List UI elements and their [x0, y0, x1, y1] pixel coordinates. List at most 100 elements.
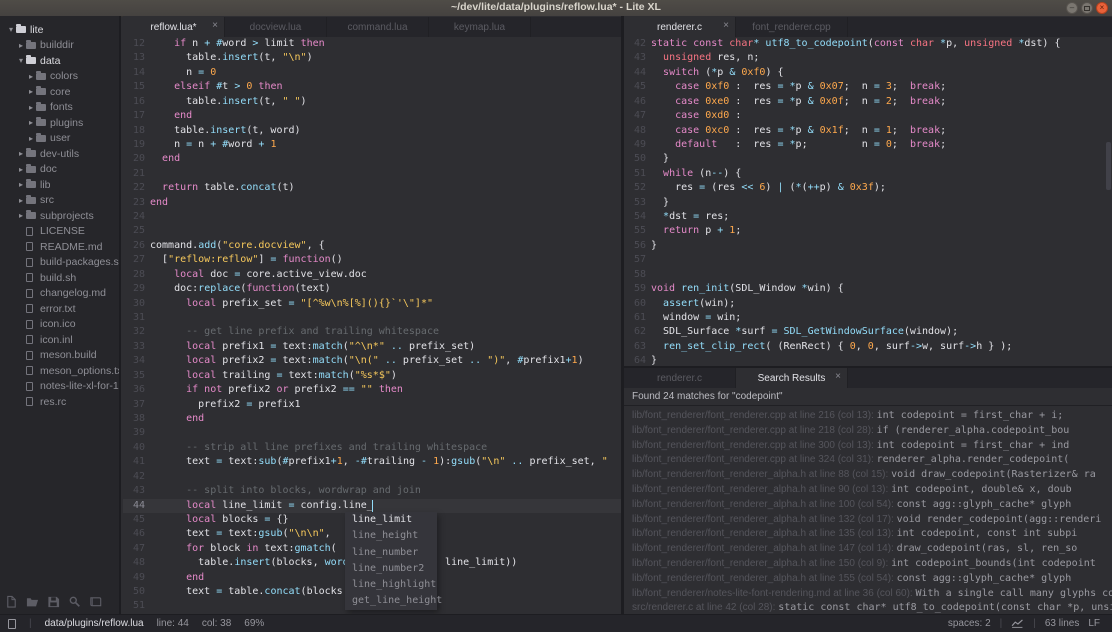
tree-item-lite[interactable]: ▾ lite	[0, 22, 119, 38]
tab-close-icon[interactable]: ×	[212, 20, 218, 31]
code-line-27[interactable]: 27 ["reflow:reflow"] = function()	[123, 253, 621, 267]
search-result-row[interactable]: lib/font_renderer/font_renderer_alpha.h …	[632, 570, 1112, 585]
code-line-33[interactable]: 33 local prefix1 = text:match("^\n*" .. …	[123, 340, 621, 354]
tree-item-build-packages-sh[interactable]: build-packages.sh	[0, 255, 119, 271]
code-line-24[interactable]: 24	[123, 210, 621, 224]
search-result-row[interactable]: lib/font_renderer/notes-lite-font-render…	[632, 585, 1112, 600]
tab-reflow-lua[interactable]: reflow.lua* ×	[123, 17, 225, 37]
tree-item-builddir[interactable]: ▸ builddir	[0, 38, 119, 54]
tree-item-core[interactable]: ▸ core	[0, 84, 119, 100]
code-line-42[interactable]: 42	[123, 470, 621, 484]
tree-item-plugins[interactable]: ▸ plugins	[0, 115, 119, 131]
autocomplete-item-line-number[interactable]: line_number	[345, 545, 437, 561]
code-line-44[interactable]: 44 switch (*p & 0xf0) {	[624, 66, 1112, 80]
tree-item-meson-build[interactable]: meson.build	[0, 348, 119, 364]
code-line-30[interactable]: 30 local prefix_set = "[^%w\n%[%](){}`'\…	[123, 297, 621, 311]
code-line-47[interactable]: 47 case 0xd0 :	[624, 109, 1112, 123]
code-line-12[interactable]: 12 if n + #word > limit then	[123, 37, 621, 51]
tab-font-renderer-cpp[interactable]: font_renderer.cpp	[736, 17, 848, 37]
code-line-21[interactable]: 21	[123, 167, 621, 181]
library-icon[interactable]	[89, 595, 102, 608]
tab-close-icon[interactable]: ×	[723, 20, 729, 31]
tree-item-license[interactable]: LICENSE	[0, 224, 119, 240]
code-line-51[interactable]: 51 while (n--) {	[624, 167, 1112, 181]
code-line-14[interactable]: 14 n = 0	[123, 66, 621, 80]
new-file-icon[interactable]	[5, 595, 18, 608]
tree-item-doc[interactable]: ▸ doc	[0, 162, 119, 178]
tree-item-meson-options-txt[interactable]: meson_options.txt	[0, 363, 119, 379]
search-result-row[interactable]: lib/font_renderer/font_renderer.cpp at l…	[632, 437, 1112, 452]
code-line-50[interactable]: 50 }	[624, 152, 1112, 166]
code-line-49[interactable]: 49 default : res = *p; n = 0; break;	[624, 138, 1112, 152]
code-line-42[interactable]: 42 static const char* utf8_to_codepoint(c…	[624, 37, 1112, 51]
code-line-38[interactable]: 38 end	[123, 412, 621, 426]
search-result-row[interactable]: src/renderer.c at line 42 (col 28): stat…	[632, 599, 1112, 614]
code-line-56[interactable]: 56}	[624, 239, 1112, 253]
code-line-31[interactable]: 31	[123, 311, 621, 325]
autocomplete-item-line-number2[interactable]: line_number2	[345, 561, 437, 577]
tab-keymap-lua[interactable]: keymap.lua	[429, 17, 531, 37]
tree-item-subprojects[interactable]: ▸ subprojects	[0, 208, 119, 224]
code-line-13[interactable]: 13 table.insert(t, "\n")	[123, 51, 621, 65]
code-line-48[interactable]: 48 case 0xc0 : res = *p & 0x1f; n = 1; b…	[624, 124, 1112, 138]
code-line-17[interactable]: 17 end	[123, 109, 621, 123]
tree-item-error-txt[interactable]: error.txt	[0, 301, 119, 317]
code-line-53[interactable]: 53 }	[624, 196, 1112, 210]
code-line-61[interactable]: 61 window = win;	[624, 311, 1112, 325]
code-line-22[interactable]: 22 return table.concat(t)	[123, 181, 621, 195]
code-line-15[interactable]: 15 elseif #t > 0 then	[123, 80, 621, 94]
code-line-63[interactable]: 63 ren_set_clip_rect( (RenRect) { 0, 0, …	[624, 340, 1112, 354]
autocomplete-item-line-limit[interactable]: line_limit	[345, 512, 437, 528]
search-result-row[interactable]: lib/font_renderer/font_renderer.cpp at l…	[632, 451, 1112, 466]
close-button[interactable]: ×	[1096, 2, 1108, 14]
code-line-46[interactable]: 46 case 0xe0 : res = *p & 0x0f; n = 2; b…	[624, 95, 1112, 109]
search-result-row[interactable]: lib/font_renderer/font_renderer_alpha.h …	[632, 525, 1112, 540]
code-line-64[interactable]: 64}	[624, 354, 1112, 366]
code-line-52[interactable]: 52 res = (res << 6) | (*(++p) & 0x3f);	[624, 181, 1112, 195]
code-line-34[interactable]: 34 local prefix2 = text:match("\n(" .. p…	[123, 354, 621, 368]
search-icon[interactable]	[68, 595, 81, 608]
code-line-43[interactable]: 43 unsigned res, n;	[624, 51, 1112, 65]
code-line-57[interactable]: 57	[624, 253, 1112, 267]
tab-docview-lua[interactable]: docview.lua	[225, 17, 327, 37]
tree-item-dev-utils[interactable]: ▸ dev-utils	[0, 146, 119, 162]
tree-item-lib[interactable]: ▸ lib	[0, 177, 119, 193]
code-line-32[interactable]: 32 -- get line prefix and trailing white…	[123, 325, 621, 339]
search-result-row[interactable]: lib/font_renderer/font_renderer_alpha.h …	[632, 496, 1112, 511]
tree-item-data[interactable]: ▾ data	[0, 53, 119, 69]
tree-item-res-rc[interactable]: res.rc	[0, 394, 119, 410]
autocomplete-item-get-line-height[interactable]: get_line_height	[345, 593, 442, 609]
search-result-row[interactable]: lib/font_renderer/font_renderer_alpha.h …	[632, 555, 1112, 570]
tree-item-colors[interactable]: ▸ colors	[0, 69, 119, 85]
code-line-60[interactable]: 60 assert(win);	[624, 297, 1112, 311]
save-icon[interactable]	[47, 595, 60, 608]
titlebar[interactable]: ~/dev/lite/data/plugins/reflow.lua* - Li…	[0, 0, 1112, 17]
tree-item-readme-md[interactable]: README.md	[0, 239, 119, 255]
maximize-button[interactable]	[1081, 2, 1093, 14]
code-line-41[interactable]: 41 text = text:sub(#prefix1+1, -#trailin…	[123, 455, 621, 469]
code-line-62[interactable]: 62 SDL_Surface *surf = SDL_GetWindowSurf…	[624, 325, 1112, 339]
code-line-54[interactable]: 54 *dst = res;	[624, 210, 1112, 224]
search-result-row[interactable]: lib/font_renderer/font_renderer_alpha.h …	[632, 481, 1112, 496]
code-line-25[interactable]: 25	[123, 224, 621, 238]
code-line-59[interactable]: 59 void ren_init(SDL_Window *win) {	[624, 282, 1112, 296]
code-line-29[interactable]: 29 doc:replace(function(text)	[123, 282, 621, 296]
code-line-35[interactable]: 35 local trailing = text:match("%s*$")	[123, 369, 621, 383]
search-result-row[interactable]: lib/font_renderer/font_renderer.cpp at l…	[632, 407, 1112, 422]
code-line-58[interactable]: 58	[624, 268, 1112, 282]
autocomplete-item-line-highlight[interactable]: line_highlight	[345, 577, 437, 593]
tree-item-changelog-md[interactable]: changelog.md	[0, 286, 119, 302]
right-editor-scrollbar[interactable]	[1106, 142, 1111, 190]
tab-renderer-c[interactable]: renderer.c ×	[624, 17, 736, 37]
tab-command-lua[interactable]: command.lua	[327, 17, 429, 37]
tree-item-fonts[interactable]: ▸ fonts	[0, 100, 119, 116]
code-line-23[interactable]: 23 end	[123, 196, 621, 210]
code-line-39[interactable]: 39	[123, 426, 621, 440]
search-result-row[interactable]: lib/font_renderer/font_renderer.cpp at l…	[632, 422, 1112, 437]
open-folder-icon[interactable]	[26, 595, 39, 608]
tree-item-notes-lite-xl-for-1-16[interactable]: notes-lite-xl-for-1.16	[0, 379, 119, 395]
code-line-18[interactable]: 18 table.insert(t, word)	[123, 124, 621, 138]
search-result-row[interactable]: lib/font_renderer/font_renderer_alpha.h …	[632, 511, 1112, 526]
tree-item-src[interactable]: ▸ src	[0, 193, 119, 209]
tab-close-icon[interactable]: ×	[835, 371, 841, 382]
